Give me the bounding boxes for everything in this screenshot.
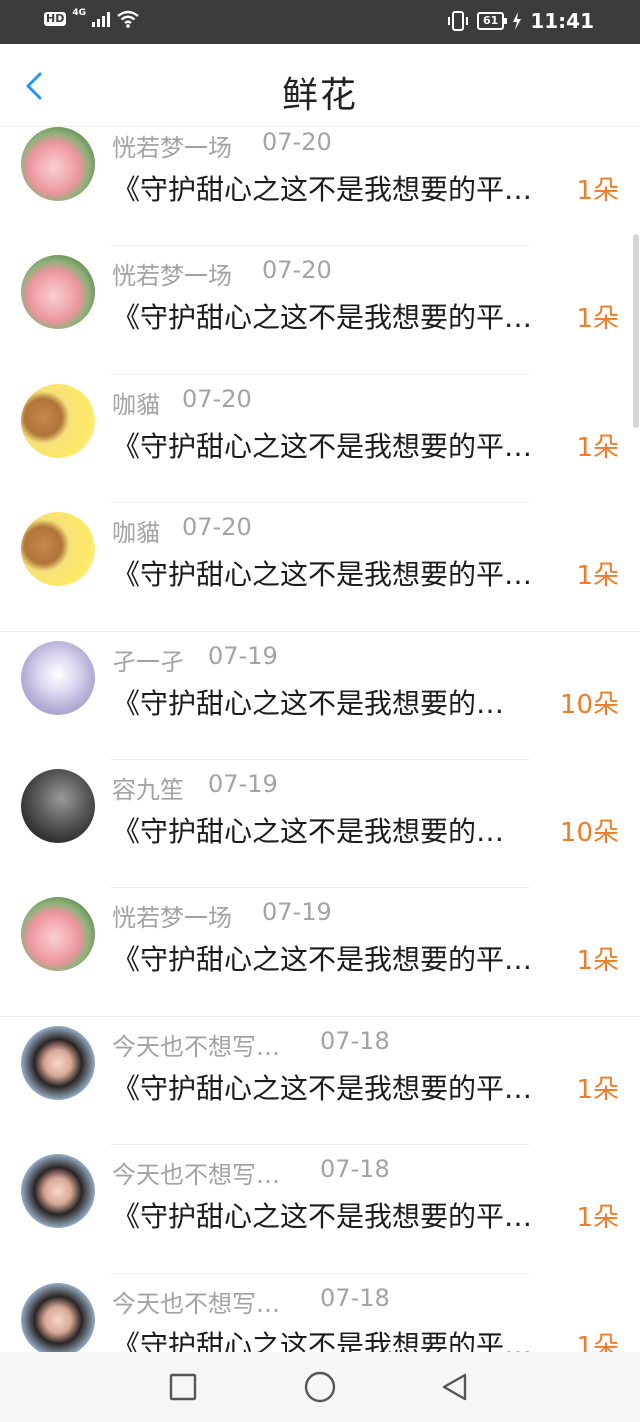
list-item[interactable]: 恍若梦一场 07-20 《守护甜心之这不是我想要的平… 1朵 [0, 246, 640, 375]
sent-date: 07-19 [208, 641, 278, 670]
list-item[interactable]: 孑一孑 07-19 《守护甜心之这不是我想要的… 10朵 [0, 632, 640, 760]
sender-name: 今天也不想写… [112, 1032, 280, 1061]
sent-date: 07-19 [262, 898, 332, 927]
flower-count: 1朵 [576, 561, 619, 592]
signal-icon [92, 11, 110, 27]
avatar[interactable] [21, 512, 95, 587]
avatar[interactable] [21, 768, 95, 843]
message-text: 《守护甜心之这不是我想要的平… [112, 301, 533, 335]
message-text: 《守护甜心之这不是我想要的平… [112, 1328, 533, 1352]
charging-icon [513, 12, 522, 30]
sent-date: 07-20 [182, 513, 252, 542]
message-text: 《守护甜心之这不是我想要的平… [112, 173, 533, 206]
avatar[interactable] [21, 383, 95, 458]
sent-date: 07-18 [320, 1283, 390, 1312]
flower-count: 10朵 [559, 689, 619, 720]
sent-date: 07-18 [320, 1155, 390, 1184]
flower-list[interactable]: 恍若梦一场 07-20 《守护甜心之这不是我想要的平… 1朵 恍若梦一场 07-20 《守护… [0, 126, 640, 1352]
list-item[interactable]: 今天也不想写… 07-18 《守护甜心之这不是我想要的平… 1朵 [0, 1274, 640, 1352]
sent-date: 07-20 [262, 128, 332, 156]
flower-count: 1朵 [576, 1331, 619, 1352]
status-bar: HD 4G 61 11:41 [0, 0, 640, 44]
square-icon[interactable] [168, 1372, 198, 1402]
scrollbar[interactable] [633, 234, 639, 428]
sent-date: 07-20 [262, 256, 332, 285]
triangle-back-icon[interactable] [440, 1372, 470, 1402]
sender-name: 容九笙 [112, 775, 184, 804]
message-text: 《守护甜心之这不是我想要的平… [112, 429, 533, 463]
list-item[interactable]: 今天也不想写… 07-18 《守护甜心之这不是我想要的平… 1朵 [0, 1145, 640, 1274]
list-item[interactable]: 咖貓 07-20 《守护甜心之这不是我想要的平… 1朵 [0, 503, 640, 632]
message-text: 《守护甜心之这不是我想要的平… [112, 1071, 533, 1105]
avatar[interactable] [21, 640, 95, 715]
list-item[interactable]: 恍若梦一场 07-20 《守护甜心之这不是我想要的平… 1朵 [0, 126, 640, 247]
vibrate-icon [448, 11, 469, 31]
sender-name: 咖貓 [112, 390, 160, 419]
wifi-icon [117, 10, 139, 28]
sender-name: 今天也不想写… [112, 1289, 280, 1318]
list-item[interactable]: 今天也不想写… 07-18 《守护甜心之这不是我想要的平… 1朵 [0, 1017, 640, 1146]
hd-icon: HD [44, 12, 67, 26]
list-item[interactable]: 容九笙 07-19 《守护甜心之这不是我想要的… 10朵 [0, 760, 640, 889]
flower-count: 1朵 [576, 176, 619, 206]
sender-name: 孑一孑 [112, 647, 184, 676]
message-text: 《守护甜心之这不是我想要的平… [112, 558, 533, 592]
clock: 11:41 [530, 9, 594, 33]
flower-count: 10朵 [559, 817, 619, 848]
avatar[interactable] [21, 127, 95, 201]
flower-count: 1朵 [576, 1074, 619, 1105]
battery-indicator: 61 [477, 12, 508, 30]
message-text: 《守护甜心之这不是我想要的平… [112, 1200, 533, 1234]
sender-name: 恍若梦一场 [112, 904, 232, 933]
avatar[interactable] [21, 1025, 95, 1100]
sender-name: 今天也不想写… [112, 1161, 280, 1190]
flower-count: 1朵 [576, 432, 619, 463]
avatar[interactable] [21, 897, 95, 972]
sent-date: 07-20 [182, 384, 252, 413]
circle-icon[interactable] [303, 1370, 337, 1404]
flower-list-inner: 恍若梦一场 07-20 《守护甜心之这不是我想要的平… 1朵 恍若梦一场 07-20 《守护… [0, 126, 640, 1352]
sent-date: 07-19 [208, 769, 278, 798]
flower-count: 1朵 [576, 1203, 619, 1234]
message-text: 《守护甜心之这不是我想要的平… [112, 943, 533, 977]
sender-name: 恍若梦一场 [112, 262, 232, 291]
avatar[interactable] [21, 1282, 95, 1352]
status-left: HD 4G [44, 8, 140, 28]
message-text: 《守护甜心之这不是我想要的… [112, 814, 505, 848]
list-item[interactable]: 恍若梦一场 07-19 《守护甜心之这不是我想要的平… 1朵 [0, 888, 640, 1017]
avatar[interactable] [21, 1154, 95, 1229]
sent-date: 07-18 [320, 1026, 390, 1055]
message-text: 《守护甜心之这不是我想要的… [112, 686, 505, 720]
page-title: 鲜花 [281, 75, 358, 116]
sender-name: 咖貓 [112, 519, 160, 548]
network-type-label: 4G [72, 8, 86, 18]
avatar[interactable] [21, 255, 95, 330]
flower-count: 1朵 [576, 304, 619, 335]
status-right: 61 11:41 [447, 9, 594, 33]
app-header: 鲜花 [0, 44, 640, 127]
list-item[interactable]: 咖貓 07-20 《守护甜心之这不是我想要的平… 1朵 [0, 375, 640, 504]
system-nav-bar [0, 1352, 640, 1422]
flower-count: 1朵 [576, 946, 619, 977]
sender-name: 恍若梦一场 [112, 134, 232, 162]
